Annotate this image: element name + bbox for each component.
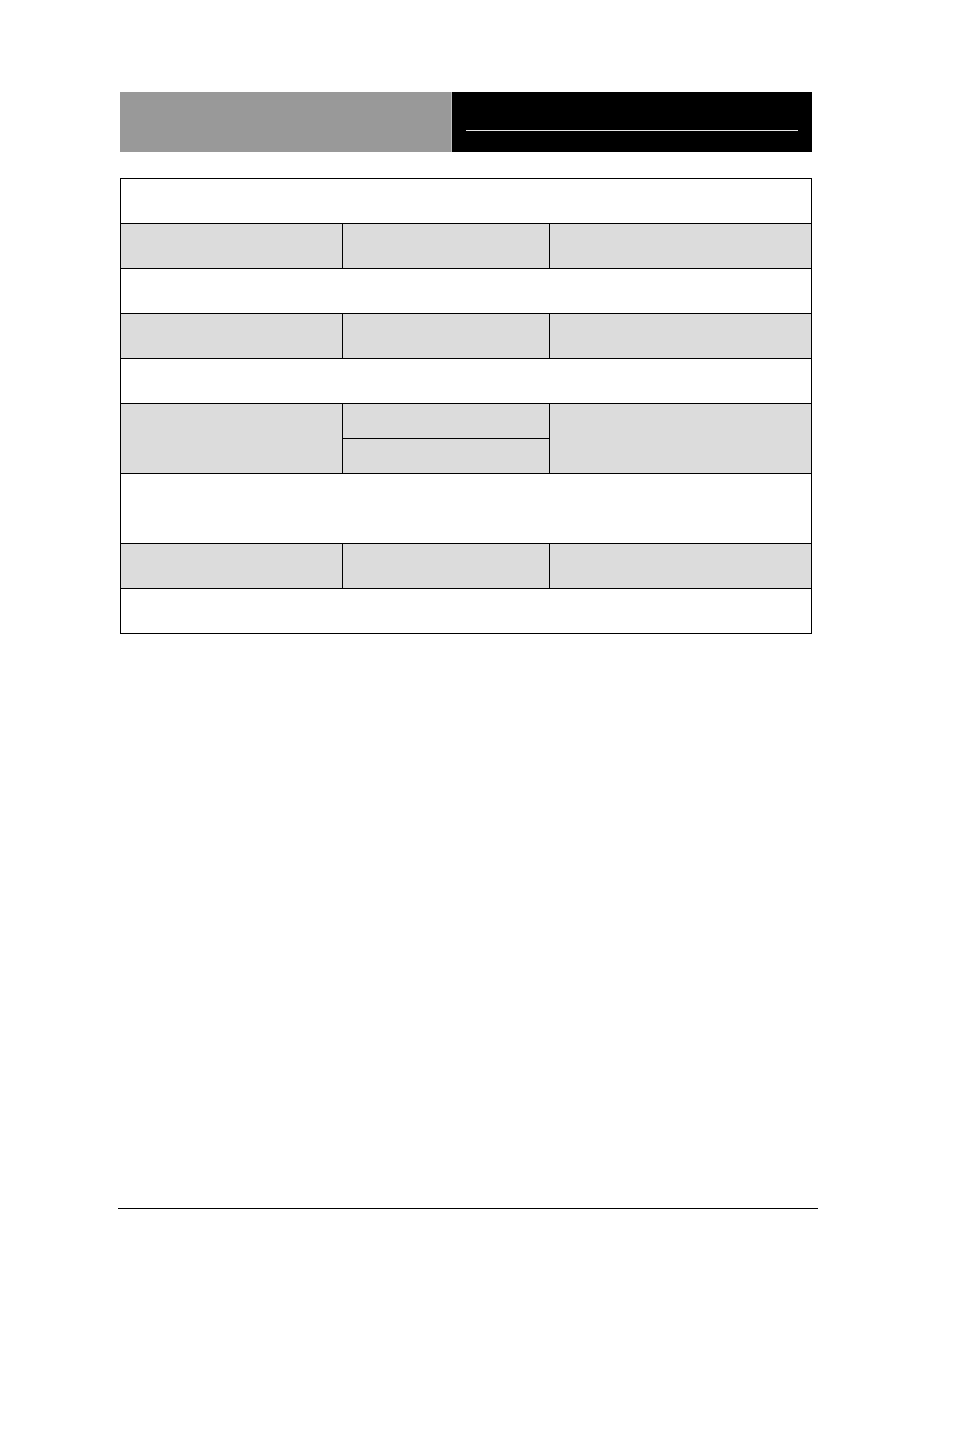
table-cell — [121, 224, 342, 268]
table-row — [121, 313, 811, 358]
table-row — [121, 223, 811, 268]
table-subcell — [343, 404, 549, 438]
table-cell — [342, 314, 549, 358]
table-cell — [121, 179, 811, 223]
table-cell — [342, 224, 549, 268]
table-cell-stacked — [342, 404, 549, 473]
table-row — [121, 358, 811, 403]
table-cell — [121, 314, 342, 358]
table-cell — [121, 589, 811, 633]
header-left-block — [120, 92, 452, 152]
table-row — [121, 543, 811, 588]
table-cell — [121, 474, 811, 543]
page-content — [120, 92, 812, 634]
table-cell — [549, 404, 811, 473]
section-header — [120, 92, 812, 152]
table-cell — [342, 544, 549, 588]
table-cell — [121, 404, 342, 473]
header-right-block — [452, 92, 812, 152]
table-subcell — [343, 438, 549, 473]
table-row — [121, 179, 811, 223]
table-row — [121, 403, 811, 473]
table-cell — [121, 359, 811, 403]
table-cell — [121, 269, 811, 313]
table-cell — [549, 544, 811, 588]
table-row — [121, 268, 811, 313]
data-table — [120, 178, 812, 634]
table-row — [121, 588, 811, 633]
table-cell — [549, 224, 811, 268]
footer-separator — [118, 1208, 818, 1209]
table-cell — [121, 544, 342, 588]
table-cell — [549, 314, 811, 358]
table-row — [121, 473, 811, 543]
